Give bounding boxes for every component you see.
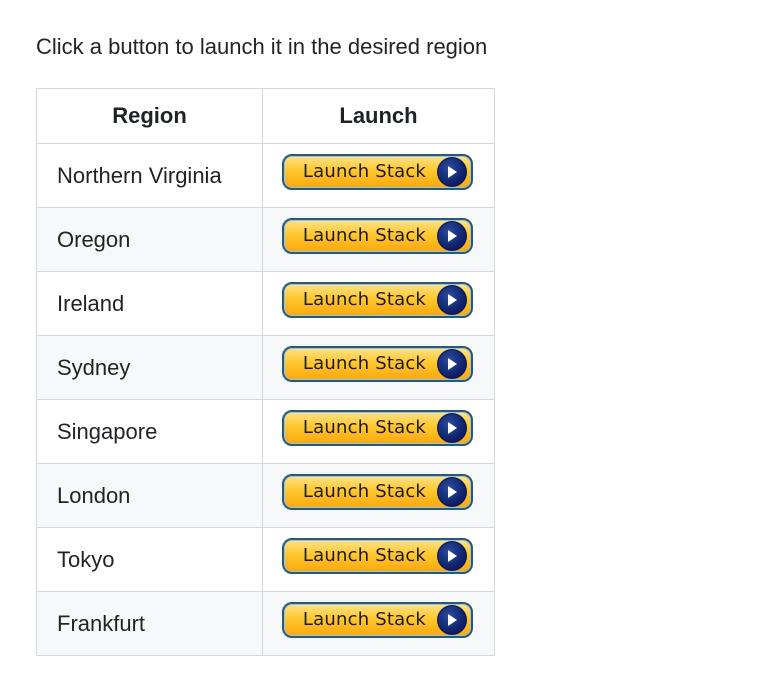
launch-cell: Launch Stack xyxy=(262,399,495,464)
region-name: Ireland xyxy=(36,271,263,336)
table-row: Sydney Launch Stack xyxy=(36,335,495,400)
launch-stack-label: Launch Stack xyxy=(302,481,427,503)
table-row: Northern Virginia Launch Stack xyxy=(36,143,495,208)
play-circle-icon xyxy=(437,348,467,379)
play-circle-icon xyxy=(437,476,467,507)
launch-cell: Launch Stack xyxy=(262,207,495,272)
table-row: London Launch Stack xyxy=(36,463,495,528)
table-header-row: Region Launch xyxy=(36,88,495,144)
launch-stack-button[interactable]: Launch Stack xyxy=(282,537,473,574)
play-circle-icon xyxy=(437,156,467,187)
table-row: Frankfurt Launch Stack xyxy=(36,591,495,656)
launch-stack-button[interactable]: Launch Stack xyxy=(282,473,473,510)
table-row: Tokyo Launch Stack xyxy=(36,527,495,592)
launch-stack-label: Launch Stack xyxy=(302,225,427,247)
launch-stack-button[interactable]: Launch Stack xyxy=(282,409,473,446)
region-name: Oregon xyxy=(36,207,263,272)
launch-stack-label: Launch Stack xyxy=(302,545,427,567)
play-circle-icon xyxy=(437,220,467,251)
region-name: London xyxy=(36,463,263,528)
region-column-header: Region xyxy=(36,88,263,144)
launch-cell: Launch Stack xyxy=(262,335,495,400)
launch-stack-button[interactable]: Launch Stack xyxy=(282,601,473,638)
region-name: Sydney xyxy=(36,335,263,400)
play-circle-icon xyxy=(437,412,467,443)
launch-stack-button[interactable]: Launch Stack xyxy=(282,153,473,190)
play-circle-icon xyxy=(437,604,467,635)
launch-cell: Launch Stack xyxy=(262,463,495,528)
launch-stack-label: Launch Stack xyxy=(302,417,427,439)
launch-cell: Launch Stack xyxy=(262,527,495,592)
region-name: Frankfurt xyxy=(36,591,263,656)
launch-stack-button[interactable]: Launch Stack xyxy=(282,345,473,382)
launch-stack-label: Launch Stack xyxy=(302,289,427,311)
launch-column-header: Launch xyxy=(262,88,495,144)
table-row: Singapore Launch Stack xyxy=(36,399,495,464)
region-name: Singapore xyxy=(36,399,263,464)
launch-cell: Launch Stack xyxy=(262,271,495,336)
launch-cell: Launch Stack xyxy=(262,591,495,656)
play-circle-icon xyxy=(437,540,467,571)
region-name: Northern Virginia xyxy=(36,143,263,208)
region-name: Tokyo xyxy=(36,527,263,592)
launch-cell: Launch Stack xyxy=(262,143,495,208)
region-launch-table: Region Launch Northern Virginia Launch S… xyxy=(36,88,495,656)
launch-stack-label: Launch Stack xyxy=(302,609,427,631)
table-row: Oregon Launch Stack xyxy=(36,207,495,272)
launch-stack-label: Launch Stack xyxy=(302,161,427,183)
table-row: Ireland Launch Stack xyxy=(36,271,495,336)
launch-stack-label: Launch Stack xyxy=(302,353,427,375)
launch-stack-button[interactable]: Launch Stack xyxy=(282,217,473,254)
intro-text: Click a button to launch it in the desir… xyxy=(36,34,488,59)
launch-stack-button[interactable]: Launch Stack xyxy=(282,281,473,318)
play-circle-icon xyxy=(437,284,467,315)
